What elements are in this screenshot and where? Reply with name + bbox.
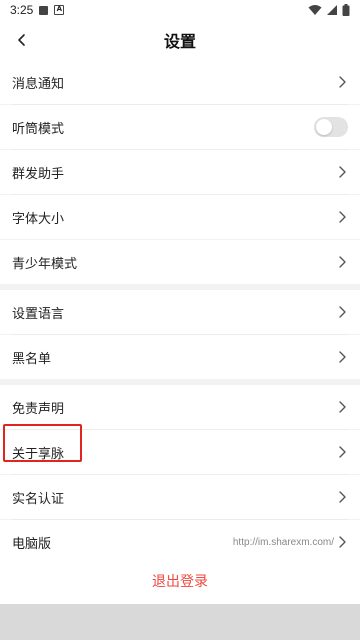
settings-item-message-notification[interactable]: 消息通知 (0, 60, 360, 104)
chevron-right-icon (339, 76, 346, 88)
chevron-right-icon (339, 166, 346, 178)
settings-item-label: 电脑版 (12, 536, 52, 552)
page-title: 设置 (163, 32, 196, 51)
bottom-area (0, 604, 360, 640)
settings-item-real-name-auth[interactable]: 实名认证 (0, 475, 360, 519)
settings-item-label: 听筒模式 (12, 121, 65, 137)
back-button[interactable] (8, 26, 36, 54)
notification-square-icon (39, 5, 49, 15)
settings-item-label: 群发助手 (12, 166, 65, 182)
settings-item-language[interactable]: 设置语言 (0, 290, 360, 334)
logout-label: 退出登录 (152, 574, 208, 590)
wifi-icon (308, 5, 322, 15)
battery-icon (342, 4, 350, 16)
settings-item-label: 黑名单 (12, 351, 52, 367)
notification-a-icon: A (54, 5, 65, 15)
settings-item-label: 青少年模式 (12, 256, 78, 272)
chevron-right-icon (339, 211, 346, 223)
settings-item-label: 字体大小 (12, 211, 65, 227)
settings-item-font-size[interactable]: 字体大小 (0, 195, 360, 239)
settings-item-disclaimer[interactable]: 免责声明 (0, 385, 360, 429)
settings-item-label: 关于享脉 (12, 446, 65, 462)
settings-item-youth-mode[interactable]: 青少年模式 (0, 240, 360, 284)
toggle-knob (316, 119, 332, 135)
chevron-right-icon (339, 491, 346, 503)
chevron-right-icon (339, 446, 346, 458)
chevron-left-icon (18, 34, 25, 46)
settings-item-group-send[interactable]: 群发助手 (0, 150, 360, 194)
chevron-right-icon (339, 256, 346, 268)
top-bar: 设置 (0, 20, 360, 60)
logout-button[interactable]: 退出登录 (0, 558, 360, 604)
status-time: 3:25 (10, 3, 34, 17)
pc-version-url: http://im.sharexm.com/ (232, 536, 334, 548)
earpiece-mode-toggle[interactable] (314, 117, 348, 137)
settings-item-about[interactable]: 关于享脉 (0, 430, 360, 474)
settings-item-earpiece-mode: 听筒模式 (0, 105, 360, 149)
chevron-right-icon (339, 351, 346, 363)
settings-item-label: 消息通知 (12, 76, 65, 92)
settings-item-label: 实名认证 (12, 491, 65, 507)
status-bar: 3:25 A (0, 0, 360, 20)
settings-item-label: 设置语言 (12, 306, 65, 322)
chevron-right-icon (339, 536, 346, 548)
chevron-right-icon (339, 306, 346, 318)
chevron-right-icon (339, 401, 346, 413)
signal-icon (327, 5, 337, 15)
settings-item-label: 免责声明 (12, 401, 65, 417)
settings-item-blacklist[interactable]: 黑名单 (0, 335, 360, 379)
